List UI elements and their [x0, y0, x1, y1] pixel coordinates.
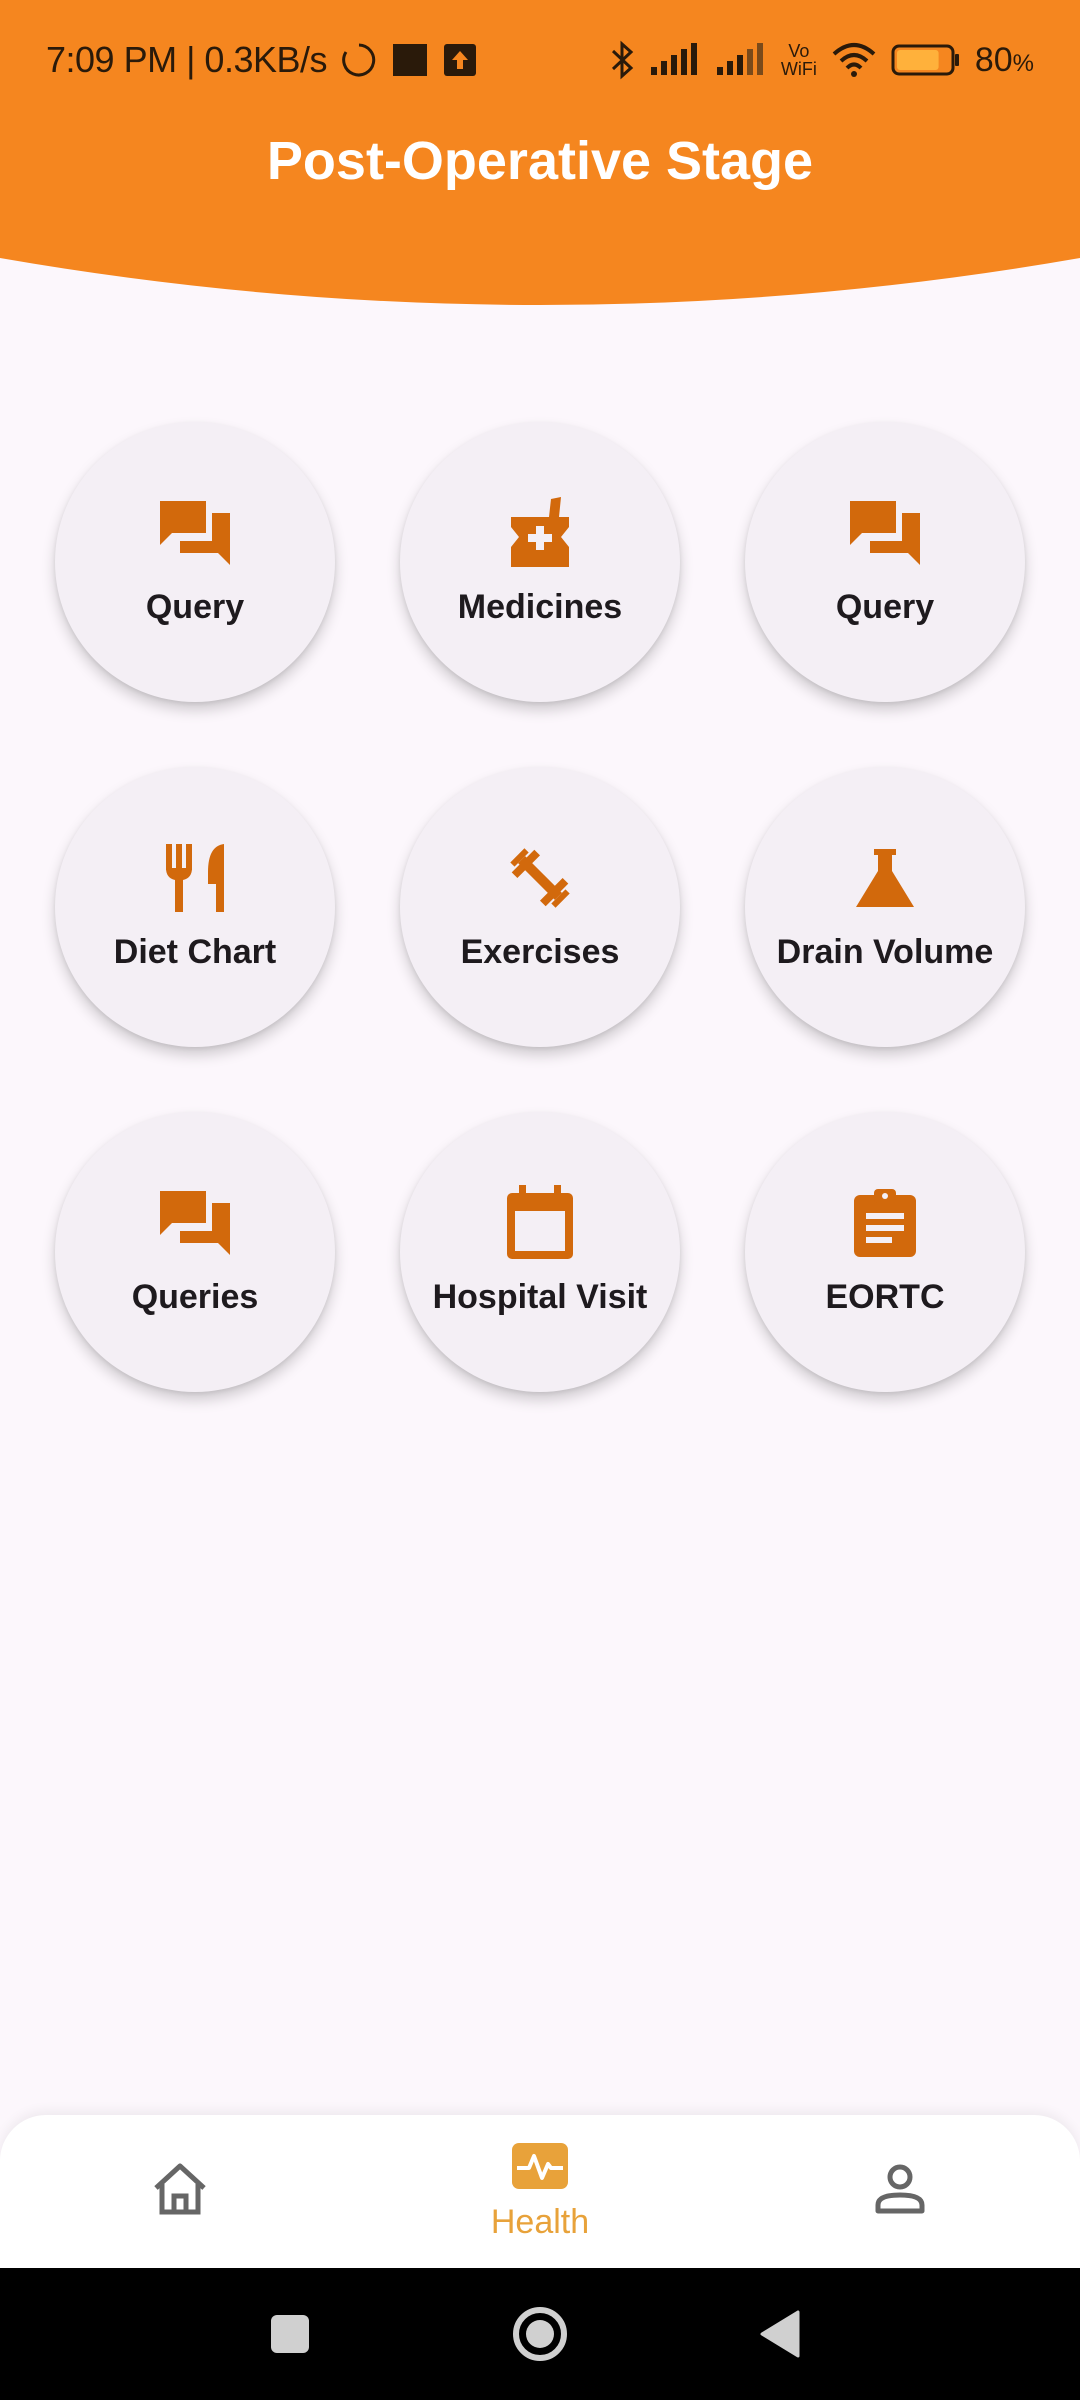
loading-circle-icon — [341, 42, 377, 78]
tile-drain-volume[interactable]: Drain Volume — [745, 767, 1025, 1047]
calendar-icon — [500, 1183, 580, 1263]
vowifi-line1: Vo — [788, 41, 810, 61]
vowifi-line2: WiFi — [780, 59, 817, 79]
bottom-navigation: Health — [0, 2115, 1080, 2268]
page-title: Post-Operative Stage — [266, 131, 814, 191]
nav-label-health: Health — [490, 2202, 590, 2241]
tile-eortc[interactable]: EORTC — [745, 1112, 1025, 1392]
forum-icon — [845, 493, 925, 573]
battery-percent: 80% — [974, 40, 1034, 79]
signal-icon — [649, 43, 701, 77]
back-icon[interactable] — [740, 2268, 820, 2400]
tile-label: EORTC — [825, 1278, 945, 1316]
tile-diet-chart[interactable]: Diet Chart — [55, 767, 335, 1047]
nav-health[interactable]: Health — [420, 2115, 660, 2268]
tile-label: Hospital Visit — [432, 1278, 648, 1316]
tile-hospital-visit[interactable]: Hospital Visit — [400, 1112, 680, 1392]
flask-icon — [845, 838, 925, 918]
recents-icon[interactable] — [250, 2268, 330, 2400]
app-notification-icon — [391, 42, 429, 78]
tile-label: Query — [835, 588, 935, 626]
bluetooth-icon — [609, 40, 635, 80]
tile-exercises[interactable]: Exercises — [400, 767, 680, 1047]
medication-icon — [500, 493, 580, 573]
wifi-icon — [831, 42, 877, 78]
status-bar: 7:09 PM | 0.3KB/s Vo WiFi 80% — [0, 0, 1080, 120]
battery-icon — [891, 43, 961, 77]
tile-label: Drain Volume — [776, 933, 994, 971]
forum-icon — [155, 1183, 235, 1263]
tile-query[interactable]: Query — [745, 422, 1025, 702]
home-circle-icon[interactable] — [498, 2268, 582, 2400]
tile-label: Diet Chart — [113, 933, 277, 971]
restaurant-icon — [155, 838, 235, 918]
person-icon — [874, 2163, 926, 2220]
fitness-icon — [500, 838, 580, 918]
tile-queries[interactable]: Queries — [55, 1112, 335, 1392]
assignment-icon — [845, 1183, 925, 1263]
status-time: 7:09 PM | 0.3KB/s — [46, 39, 328, 80]
tile-label: Queries — [131, 1278, 259, 1316]
app-header: 7:09 PM | 0.3KB/s Vo WiFi 80% Post-Opera… — [0, 0, 1080, 320]
signal-icon — [715, 43, 767, 77]
tile-label: Query — [145, 588, 245, 626]
vowifi-icon: Vo WiFi — [781, 42, 817, 78]
home-icon — [152, 2162, 208, 2221]
forum-icon — [155, 493, 235, 573]
tile-label: Exercises — [460, 933, 620, 971]
tile-query[interactable]: Query — [55, 422, 335, 702]
system-navigation-bar — [0, 2268, 1080, 2400]
tile-medicines[interactable]: Medicines — [400, 422, 680, 702]
upload-icon — [443, 43, 477, 77]
nav-home[interactable] — [120, 2115, 240, 2268]
health-icon — [511, 2142, 569, 2195]
tile-label: Medicines — [457, 588, 623, 626]
nav-profile[interactable] — [840, 2115, 960, 2268]
